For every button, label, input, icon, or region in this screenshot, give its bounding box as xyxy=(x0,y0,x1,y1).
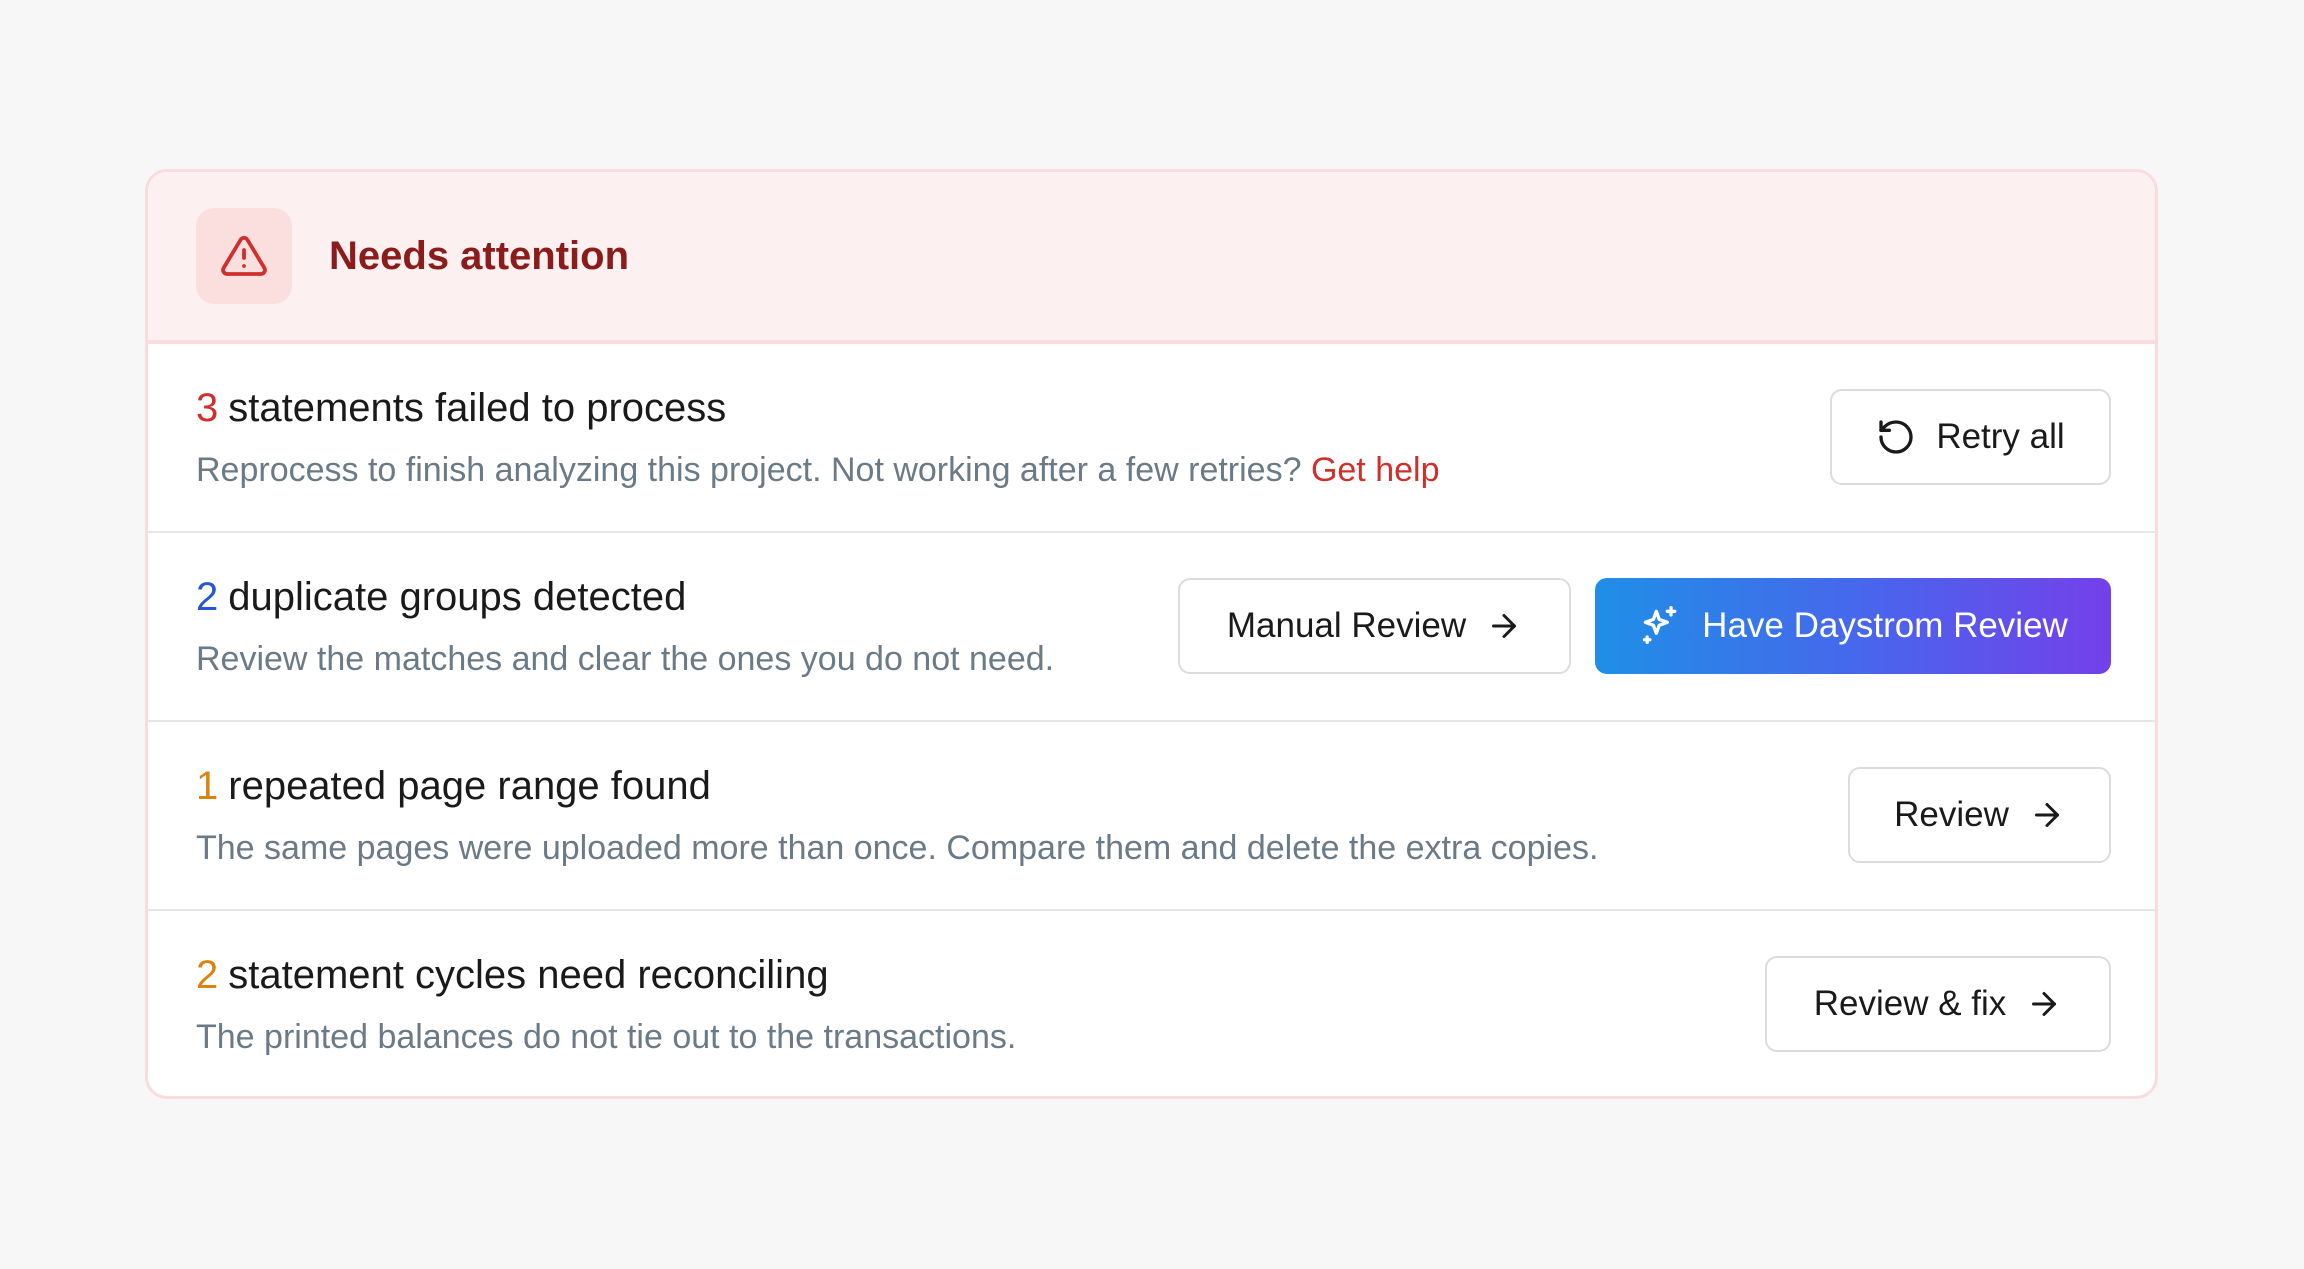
issue-description-text: Review the matches and clear the ones yo… xyxy=(196,640,1055,678)
issue-count: 1 xyxy=(196,764,219,808)
review-and-fix-label: Review & fix xyxy=(1813,984,2007,1023)
issue-title-text: repeated page range found xyxy=(228,764,711,808)
issue-row-duplicate-groups: 2 duplicate groups detected Review the ma… xyxy=(148,533,2155,722)
review-button[interactable]: Review xyxy=(1848,767,2111,863)
have-daystrom-review-button[interactable]: Have Daystrom Review xyxy=(1595,578,2111,674)
issue-description: Review the matches and clear the ones yo… xyxy=(196,640,1054,679)
review-and-fix-button[interactable]: Review & fix xyxy=(1765,956,2111,1052)
issue-title-text: statement cycles need reconciling xyxy=(228,953,829,997)
retry-all-button[interactable]: Retry all xyxy=(1830,389,2111,485)
manual-review-button[interactable]: Manual Review xyxy=(1178,578,1571,674)
issue-title-text: duplicate groups detected xyxy=(228,575,687,619)
arrow-right-icon xyxy=(1486,608,1522,644)
issue-description: The printed balances do not tie out to t… xyxy=(196,1018,1016,1057)
needs-attention-panel: Needs attention 3 statements failed to pr… xyxy=(145,169,2158,1099)
issue-title: 2 statement cycles need reconciling xyxy=(196,953,829,998)
retry-all-label: Retry all xyxy=(1936,417,2065,456)
issue-description: The same pages were uploaded more than o… xyxy=(196,829,1598,868)
issue-description-text: Reprocess to finish analyzing this proje… xyxy=(196,451,1302,489)
issue-description-text: The same pages were uploaded more than o… xyxy=(196,829,1599,867)
issue-row-failed-statements: 3 statements failed to process Reprocess … xyxy=(148,344,2155,533)
review-label: Review xyxy=(1894,795,2009,834)
issue-row-statement-cycles: 2 statement cycles need reconciling The p… xyxy=(148,911,2155,1096)
issue-count: 3 xyxy=(196,386,219,430)
panel-title: Needs attention xyxy=(329,233,630,278)
sparkles-icon xyxy=(1638,604,1682,648)
issue-title: 2 duplicate groups detected xyxy=(196,575,686,620)
arrow-right-icon xyxy=(2029,797,2065,833)
issue-description-text: The printed balances do not tie out to t… xyxy=(196,1018,1017,1056)
issue-title: 1 repeated page range found xyxy=(196,764,711,809)
get-help-link[interactable]: Get help xyxy=(1311,451,1440,489)
refresh-icon xyxy=(1876,417,1916,457)
warning-triangle-icon xyxy=(220,232,268,280)
issue-count: 2 xyxy=(196,953,219,997)
have-daystrom-review-label: Have Daystrom Review xyxy=(1702,606,2068,645)
issue-title-text: statements failed to process xyxy=(228,386,727,430)
issue-description: Reprocess to finish analyzing this proje… xyxy=(196,451,1439,490)
issue-title: 3 statements failed to process xyxy=(196,386,726,431)
arrow-right-icon xyxy=(2026,986,2062,1022)
issue-count: 2 xyxy=(196,575,219,619)
manual-review-label: Manual Review xyxy=(1226,606,1467,645)
issue-row-repeated-page-range: 1 repeated page range found The same page… xyxy=(148,722,2155,911)
warning-badge xyxy=(196,208,292,304)
panel-header: Needs attention xyxy=(148,172,2155,344)
